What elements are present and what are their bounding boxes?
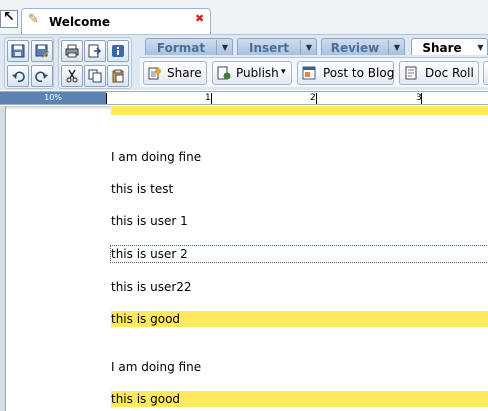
tab-insert[interactable]: Insert ▼: [237, 38, 317, 55]
ruler: 10% 1 2 3: [0, 91, 488, 105]
document-paragraph[interactable]: this is test: [111, 181, 488, 197]
tab-format-label: Format: [156, 41, 206, 55]
chevron-down-icon[interactable]: ▼: [472, 40, 488, 55]
cut-icon: [66, 69, 78, 83]
document-paragraph-partial[interactable]: [111, 106, 488, 115]
info-icon: [112, 45, 124, 57]
export-button[interactable]: [84, 40, 106, 62]
chevron-down-icon[interactable]: ▼: [300, 40, 317, 55]
save-button[interactable]: [7, 40, 29, 62]
document-paragraph[interactable]: this is user 1: [111, 213, 488, 229]
chevron-down-icon[interactable]: ▼: [388, 40, 405, 55]
undo-button[interactable]: [7, 65, 29, 87]
ruler-mark: 1: [205, 93, 211, 103]
tab-review[interactable]: Review ▼: [321, 38, 405, 55]
close-icon[interactable]: ✖: [195, 12, 204, 25]
redo-button[interactable]: [31, 65, 53, 87]
tab-insert-label: Insert: [249, 41, 289, 55]
share-label: Share: [167, 66, 202, 80]
tab-title: Welcome: [49, 15, 111, 29]
ruler-margin-marker[interactable]: [106, 93, 107, 104]
share-ribbon: Share Publish ▾ Post to Blog Doc Roll: [140, 57, 488, 87]
ruler-tick: [316, 93, 317, 104]
chevron-down-icon: ▾: [281, 67, 286, 77]
more-button-partial[interactable]: [483, 61, 488, 85]
document-paragraph-highlighted[interactable]: this is good: [111, 391, 488, 407]
document-paragraph-focused[interactable]: this is user 2: [110, 245, 488, 263]
post-to-blog-label: Post to Blog: [323, 66, 395, 80]
corner-arrow-icon: ↖: [3, 9, 15, 25]
document-paragraph[interactable]: I am doing fine: [111, 359, 488, 375]
cut-button[interactable]: [61, 65, 83, 87]
copy-icon: [88, 69, 102, 83]
tab-format[interactable]: Format ▼: [145, 38, 233, 55]
post-to-blog-button[interactable]: Post to Blog: [297, 61, 394, 85]
chevron-down-icon[interactable]: ▼: [216, 40, 233, 55]
document-editor[interactable]: I am doing fine this is test this is use…: [0, 106, 488, 411]
document-paragraph-highlighted[interactable]: this is good: [111, 311, 488, 327]
tab-welcome[interactable]: ✎ Welcome ✖: [21, 8, 211, 35]
export-icon: [88, 44, 102, 58]
save-as-button[interactable]: [31, 40, 53, 62]
info-button[interactable]: [107, 40, 129, 62]
tab-share[interactable]: Share ▼: [411, 38, 488, 55]
redo-icon: [35, 71, 48, 83]
restore-window-button[interactable]: ↖: [0, 9, 18, 28]
ruler-tick: [211, 93, 212, 104]
docroll-icon: [405, 66, 417, 80]
zoom-level[interactable]: 10%: [0, 92, 106, 104]
blog-icon: [302, 66, 316, 80]
pencil-icon: ✎: [28, 12, 39, 27]
print-icon: [65, 44, 79, 58]
tab-review-label: Review: [330, 41, 380, 55]
page-edge: [0, 106, 6, 411]
ruler-tick: [421, 93, 422, 104]
doc-roll-button[interactable]: Doc Roll: [399, 61, 479, 85]
share-icon: [148, 67, 161, 80]
toolbar: Format ▼ Insert ▼ Review ▼ Share ▼ Share: [0, 34, 488, 90]
document-paragraph[interactable]: this is user22: [111, 279, 488, 295]
share-button[interactable]: Share: [143, 61, 207, 85]
paste-icon: [112, 69, 124, 83]
ribbon-tabs: Format ▼ Insert ▼ Review ▼ Share ▼: [145, 38, 488, 55]
ruler-mark: 2: [310, 93, 316, 103]
document-tab-strip: ↖ ✎ Welcome ✖: [0, 0, 488, 35]
publish-icon: [217, 66, 231, 80]
clipboard-group: [58, 37, 132, 89]
publish-label: Publish: [236, 66, 279, 80]
undo-icon: [12, 71, 25, 83]
save-as-icon: [35, 44, 49, 58]
publish-button[interactable]: Publish ▾: [212, 61, 292, 85]
document-paragraph[interactable]: I am doing fine: [111, 149, 488, 165]
doc-roll-label: Doc Roll: [425, 66, 474, 80]
copy-button[interactable]: [84, 65, 106, 87]
file-edit-group: [4, 37, 54, 89]
paste-button[interactable]: [107, 65, 129, 87]
print-button[interactable]: [61, 40, 83, 62]
save-icon: [11, 44, 25, 58]
tab-share-label: Share: [422, 41, 462, 55]
